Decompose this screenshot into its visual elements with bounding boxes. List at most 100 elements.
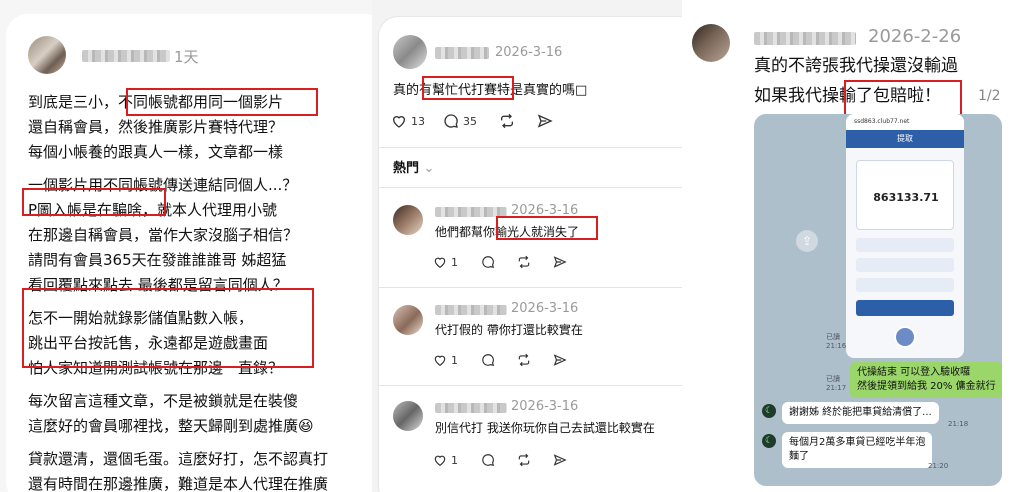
heart-icon [434, 257, 446, 268]
reply-like-count: 1 [451, 255, 458, 269]
reply-like-count: 1 [451, 353, 458, 367]
comment-count: 35 [463, 114, 477, 128]
divider [379, 385, 682, 386]
reply-date: 2026-3-16 [511, 301, 579, 316]
reply-repost-button[interactable] [517, 353, 531, 367]
read-receipt: 已讀 21:17 [826, 375, 847, 392]
image-page-indicator: 1/2 [978, 88, 1001, 104]
author-avatar[interactable] [28, 36, 66, 74]
post-line: 怕人家知道開測試帳號在那邊一直錄？ [28, 359, 284, 377]
post-line: 每個小帳養的跟真人一樣，文章都一樣 [28, 143, 284, 161]
post-line-2: 如果我代操輸了包賠啦！ [754, 86, 941, 106]
balance-card: 863133.71 [856, 160, 954, 230]
reply-text: 他們都幫你輸光人就消失了 [435, 225, 580, 239]
phone-screenshot: ssd863.club77.net 提取 863133.71 [846, 114, 964, 358]
input-row [856, 258, 954, 272]
divider [379, 147, 682, 148]
send-icon [553, 354, 567, 366]
reply-author-blurred[interactable] [435, 207, 507, 217]
reply-share-button[interactable] [553, 255, 567, 269]
share-icon[interactable]: ⇪ [796, 230, 818, 252]
reply-text: 代打假的 帶你打還比較實在 [435, 323, 583, 337]
submit-bar [856, 300, 954, 316]
reply-like-button[interactable]: 1 [433, 353, 458, 367]
post-line [28, 381, 328, 389]
post-line: 這麼好的會員哪裡找，整天歸剛到處推廣😆 [28, 417, 314, 435]
author-avatar[interactable] [393, 35, 427, 69]
message-time: 21:18 [948, 420, 969, 428]
reply-date: 2026-3-16 [511, 399, 579, 414]
repost-icon [501, 113, 513, 129]
post-body: 到底是三小，不同帳號都用同一個影片 還自稱會員，然後推廣影片賽特代理？ 每個小帳養的… [28, 90, 328, 492]
post-line [28, 165, 328, 173]
moon-icon: ☾ [762, 434, 776, 448]
reply-like-button[interactable]: 1 [433, 453, 458, 467]
comment-icon [444, 114, 458, 128]
user-avatar [894, 326, 916, 348]
post-line: 在那邊自稱會員，當作大家沒腦子相信？ [28, 226, 299, 244]
repost-icon [518, 353, 530, 367]
post-line [28, 439, 328, 447]
post-line: 還有時間在那邊推廣，難道是本人代理在推廣 [28, 475, 329, 492]
send-icon [553, 454, 567, 466]
reply-avatar[interactable] [393, 305, 423, 335]
moon-icon: ☾ [762, 404, 776, 418]
share-button[interactable] [537, 113, 553, 129]
comment-icon [482, 454, 495, 467]
like-button[interactable]: 13 [391, 113, 425, 129]
reply-repost-button[interactable] [517, 453, 531, 467]
threads-post-panel: 1天 到底是三小，不同帳號都用同一個影片 還自稱會員，然後推廣影片賽特代理？ 每個小… [0, 0, 372, 492]
reply-like-count: 1 [451, 453, 458, 467]
reply-author-blurred[interactable] [435, 305, 507, 315]
reply-share-button[interactable] [553, 353, 567, 367]
post-line: 還自稱會員，然後推廣影片賽特代理？ [28, 118, 284, 136]
sort-dropdown[interactable]: 熱門 ⌄ [393, 157, 434, 176]
reply-author-blurred[interactable] [435, 403, 507, 413]
input-row [856, 238, 954, 252]
author-name-blurred[interactable] [82, 50, 170, 62]
phone-title: 提取 [846, 130, 964, 148]
reply-text: 別信代打 我送你玩你自己去試還比較實在 [435, 421, 655, 435]
post-line: 一個影片用不同帳號傳送連結同個人...？ [28, 176, 298, 194]
comment-icon [482, 256, 495, 269]
reply-avatar[interactable] [393, 401, 423, 431]
post-line: 請問有會員365天在發誰誰誰哥 姊超猛 [28, 251, 287, 269]
reply-comment-button[interactable] [481, 353, 495, 367]
divider [379, 287, 682, 288]
comment-button[interactable]: 35 [443, 113, 477, 129]
balance-value: 863133.71 [873, 191, 939, 204]
threads-screenshot-post-panel: 2026-2-26 真的不誇張我代操還沒輸過 如果我代操輸了包賠啦！ 1/2 s… [682, 0, 1024, 492]
reply-like-button[interactable]: 1 [433, 255, 458, 269]
post-line: 貸款還清，還個毛蛋。這麼好打，怎不認真打 [28, 450, 329, 468]
repost-button[interactable] [499, 113, 515, 129]
author-avatar[interactable] [692, 24, 730, 62]
send-icon [553, 256, 567, 268]
reply-repost-button[interactable] [517, 255, 531, 269]
message-time: 21:20 [928, 462, 949, 470]
author-name-blurred[interactable] [435, 47, 489, 59]
heart-icon [434, 355, 446, 366]
post-line: 看回覆點來點去 最後都是留言同個人？ [28, 276, 288, 294]
post-line: P圖入帳是在騙啥，就本人代理用小號 [28, 201, 278, 219]
send-icon [537, 114, 553, 128]
heart-icon [434, 455, 446, 466]
chat-screenshot[interactable]: ssd863.club77.net 提取 863133.71 ⇪ 已讀 21:1… [754, 114, 1002, 486]
post-line: 怎不一開始就錄影儲值點數入帳， [28, 309, 254, 327]
reply-comment-button[interactable] [481, 255, 495, 269]
url-bar: ssd863.club77.net [846, 114, 964, 130]
message-bubble-received: 謝謝姊 終於能把車貸給清償了... [782, 402, 939, 424]
post-line [28, 298, 328, 306]
message-bubble-sent: 代操結束 可以登入驗收囉 然後提領到給我 20% 傭金就行 [850, 362, 1002, 398]
reply-avatar[interactable] [393, 205, 423, 235]
message-bubble-received: 每個月2萬多車貸已經吃半年泡 麵了 [782, 432, 933, 468]
post-date: 2026-2-26 [868, 26, 962, 47]
post-line: 跳出平台按託售，永遠都是遊戲畫面 [28, 334, 269, 352]
post-text: 真的有幫忙代打賽特是真實的嗎□ [393, 83, 588, 98]
reply-comment-button[interactable] [481, 453, 495, 467]
post-card: 1天 到底是三小，不同帳號都用同一個影片 還自稱會員，然後推廣影片賽特代理？ 每個小… [6, 14, 372, 492]
post-line: 每次留言這種文章，不是被鎖就是在裝傻 [28, 392, 299, 410]
chevron-down-icon: ⌄ [423, 161, 435, 176]
author-name-blurred[interactable] [754, 32, 856, 45]
read-receipt: 已讀 21:16 [826, 333, 847, 350]
reply-share-button[interactable] [553, 453, 567, 467]
